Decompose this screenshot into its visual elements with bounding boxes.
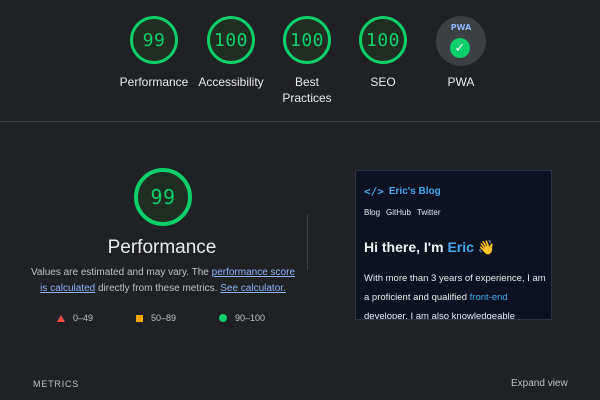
vertical-divider xyxy=(307,214,308,270)
pwa-label[interactable]: PWA xyxy=(416,74,506,90)
legend-fail-range: 0–49 xyxy=(73,313,94,323)
hero-name: Eric xyxy=(447,239,474,255)
performance-score-gauge[interactable]: 99 xyxy=(130,16,178,64)
description-text-1: Values are estimated and may vary. The xyxy=(30,267,212,278)
blog-nav-item-blog: Blog xyxy=(364,208,381,217)
expand-view-toggle[interactable]: Expand view xyxy=(511,378,568,389)
performance-description: Values are estimated and may vary. The p… xyxy=(30,265,296,297)
intro-accent: front-end xyxy=(469,292,508,303)
blog-header: </> Eric's Blog xyxy=(364,185,441,198)
legend-fail: 0–49 xyxy=(57,311,93,325)
wave-icon: 👋 xyxy=(477,239,496,255)
description-text-2: directly from these metrics. xyxy=(95,283,221,294)
legend-average-range: 50–89 xyxy=(151,313,177,323)
page-screenshot-thumbnail[interactable]: </> Eric's Blog Blog GitHub Twitter Hi t… xyxy=(355,170,552,320)
square-icon xyxy=(136,314,143,322)
best-practices-score-gauge[interactable]: 100 xyxy=(283,16,331,64)
pwa-badge[interactable]: PWA ✓ xyxy=(436,16,486,66)
legend-average: 50–89 xyxy=(136,311,176,325)
performance-detail-gauge: 99 xyxy=(134,168,192,226)
intro-text-2: developer. I am also knowledgeable xyxy=(364,311,516,320)
blog-nav-item-twitter: Twitter xyxy=(416,208,441,217)
circle-icon xyxy=(219,314,227,322)
accessibility-score-gauge[interactable]: 100 xyxy=(207,16,255,64)
best-practices-score: 100 xyxy=(289,29,324,51)
performance-detail-score: 99 xyxy=(150,185,176,209)
blog-hero-heading: Hi there, I'm Eric 👋 xyxy=(364,239,495,256)
pwa-badge-text: PWA xyxy=(450,23,472,32)
performance-score: 99 xyxy=(142,29,166,51)
see-calculator-link[interactable]: See calculator. xyxy=(220,283,286,294)
code-icon: </> xyxy=(364,185,384,198)
legend-pass-range: 90–100 xyxy=(235,313,266,323)
legend-pass: 90–100 xyxy=(219,311,265,325)
intro-text-1: With more than 3 years of experience, I … xyxy=(364,273,546,303)
blog-name: Eric's Blog xyxy=(388,186,441,197)
accessibility-score: 100 xyxy=(213,29,248,51)
seo-score-gauge[interactable]: 100 xyxy=(359,16,407,64)
metrics-heading: METRICS xyxy=(33,379,80,389)
seo-score: 100 xyxy=(365,29,400,51)
hero-prefix: Hi there, I'm xyxy=(364,239,448,255)
blog-intro: With more than 3 years of experience, I … xyxy=(364,269,548,320)
performance-title: Performance xyxy=(107,237,217,258)
seo-label[interactable]: SEO xyxy=(338,74,428,90)
section-divider xyxy=(0,121,600,122)
blog-nav-item-github: GitHub xyxy=(386,208,411,217)
blog-nav: Blog GitHub Twitter xyxy=(364,208,440,217)
check-icon: ✓ xyxy=(450,38,470,58)
triangle-icon xyxy=(57,314,65,322)
